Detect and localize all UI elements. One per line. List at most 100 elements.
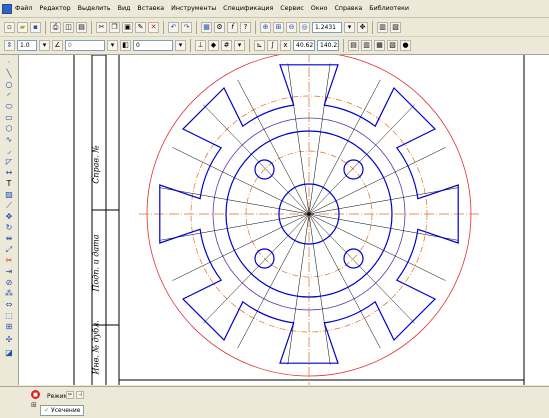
properties-panel: ■ ⊞ Режим ✂ ⊣ ✓ Усечение — [0, 386, 549, 418]
dimension-icon[interactable]: ↔ — [3, 168, 15, 178]
editing-icon[interactable]: ◪ — [3, 348, 15, 358]
function-icon[interactable]: f — [227, 21, 238, 33]
zoom-out-icon[interactable]: ⊖ — [286, 21, 297, 33]
measure-icon[interactable]: ▥ — [361, 40, 372, 51]
menu-libraries[interactable]: Библиотеки — [369, 5, 409, 12]
redo-icon[interactable]: ↷ — [181, 21, 192, 33]
circle-tool-icon[interactable]: ○ — [3, 80, 15, 90]
preview-icon[interactable]: ◫ — [63, 21, 74, 33]
snap-settings-icon[interactable]: ∫ — [267, 40, 278, 51]
app-doc-icon[interactable] — [2, 3, 12, 14]
measure-distance-icon[interactable]: ⇔ — [3, 300, 15, 310]
radial-line-7 — [308, 213, 446, 281]
local-cs-icon[interactable]: ⊾ — [254, 40, 265, 51]
mirror-icon[interactable]: ⇹ — [3, 234, 15, 244]
mode-trim-icon[interactable]: ⊣ — [76, 391, 84, 399]
open-folder-icon[interactable]: ▰ — [17, 21, 28, 33]
menu-help[interactable]: Справка — [335, 5, 363, 12]
zoom-input[interactable]: 1.2431 — [312, 21, 342, 33]
save-icon[interactable]: ▪ — [30, 21, 41, 33]
radial-line-14 — [172, 213, 310, 281]
delete-icon[interactable]: ✕ — [148, 21, 159, 33]
point-icon[interactable]: · — [3, 58, 15, 68]
geometry-icon[interactable]: ✣ — [3, 335, 15, 345]
rotate-icon[interactable]: ↻ — [3, 223, 15, 233]
menu-bar: Файл Редактор Выделить Вид Вставка Инстр… — [0, 0, 549, 18]
polygon-icon[interactable]: ⬡ — [3, 124, 15, 134]
segment-icon[interactable]: ╲ — [3, 69, 15, 79]
menu-window[interactable]: Окно — [311, 5, 328, 12]
extend-icon[interactable]: ⇥ — [3, 267, 15, 277]
select-icon[interactable]: ⬚ — [3, 311, 15, 321]
print-icon[interactable]: ⎙ — [50, 21, 61, 33]
snap-icon[interactable]: ◆ — [208, 40, 219, 51]
grid-dropdown-icon[interactable]: ▾ — [234, 40, 245, 51]
drawing-canvas[interactable]: Инв. № дубл. Подп. и дата Справ. № — [19, 55, 549, 385]
zoom-frame-icon[interactable]: ⊞ — [273, 21, 284, 33]
trim-icon[interactable]: ✂ — [3, 256, 15, 266]
cursor-x-field[interactable]: 40.627 — [293, 40, 315, 51]
angle-field[interactable]: 0 — [65, 40, 105, 51]
angle-dropdown-icon[interactable]: ▾ — [107, 40, 118, 51]
line-scale-field[interactable]: 1.0 — [17, 40, 37, 51]
libraries-icon[interactable]: ▤ — [348, 40, 359, 51]
layer-manager-icon[interactable]: ▦ — [374, 40, 385, 51]
properties-icon[interactable]: ⚙ — [214, 21, 225, 33]
menu-service[interactable]: Сервис — [280, 5, 304, 12]
stop-icon[interactable]: ■ — [31, 390, 40, 399]
menu-tools[interactable]: Инструменты — [171, 5, 216, 12]
scale-icon[interactable]: ⤢ — [3, 245, 15, 255]
panel-grid-icon[interactable]: ⊞ — [31, 401, 37, 409]
zoom-dropdown-icon[interactable]: ▾ — [344, 21, 355, 33]
refresh-icon[interactable]: ▥ — [377, 21, 388, 33]
zoom-window-icon[interactable]: ◎ — [299, 21, 310, 33]
move-icon[interactable]: ✥ — [3, 212, 15, 222]
tab-check-icon: ✓ — [44, 407, 50, 414]
undo-icon[interactable]: ↶ — [168, 21, 179, 33]
arc-icon[interactable]: ◜ — [3, 91, 15, 101]
new-document-icon[interactable]: ▫ — [4, 21, 15, 33]
attributes-icon[interactable]: ● — [400, 40, 411, 51]
tab-trim[interactable]: ✓ Усечение — [40, 405, 85, 416]
format-painter-icon[interactable]: ✎ — [135, 21, 146, 33]
menu-edit[interactable]: Редактор — [39, 5, 70, 12]
compact-toolbar: · ╲ ○ ◜ ⬭ ▭ ⬡ ∿ ◞ ◸ ↔ T ▨ ⟋ ✥ ↻ ⇹ ⤢ ✂ ⇥ … — [0, 55, 19, 385]
rectangle-icon[interactable]: ▭ — [3, 113, 15, 123]
array-icon[interactable]: ⁂ — [3, 289, 15, 299]
radial-line-11 — [287, 213, 310, 365]
cut-icon[interactable]: ✂ — [96, 21, 107, 33]
zoom-in-icon[interactable]: ⊕ — [260, 21, 271, 33]
style-manager-icon[interactable]: ▧ — [387, 40, 398, 51]
help-pointer-icon[interactable]: ? — [240, 21, 251, 33]
mode-cut-icon[interactable]: ✂ — [66, 391, 74, 399]
menu-select[interactable]: Выделить — [78, 5, 111, 12]
text-icon[interactable]: T — [3, 179, 15, 189]
grid-icon[interactable]: # — [221, 40, 232, 51]
pan-icon[interactable]: ✥ — [357, 21, 368, 33]
line-scale-dropdown-icon[interactable]: ▾ — [39, 40, 50, 51]
paste-icon[interactable]: ▣ — [122, 21, 133, 33]
menu-specification[interactable]: Спецификация — [223, 5, 273, 12]
offset-icon[interactable]: ⟋ — [3, 201, 15, 211]
menu-file[interactable]: Файл — [15, 5, 32, 12]
hatch-icon[interactable]: ▨ — [3, 190, 15, 200]
ellipse-icon[interactable]: ⬭ — [3, 102, 15, 112]
menu-view[interactable]: Вид — [118, 5, 131, 12]
cursor-y-field[interactable]: 140.221 — [317, 40, 339, 51]
radial-line-5 — [308, 187, 459, 215]
radial-line-4 — [308, 147, 446, 215]
orthogonal-icon[interactable]: ⊥ — [195, 40, 206, 51]
fillet-icon[interactable]: ◞ — [3, 146, 15, 156]
chamfer-icon[interactable]: ◸ — [3, 157, 15, 167]
variables-icon[interactable]: ▦ — [201, 21, 212, 33]
view-manager-icon[interactable]: ▧ — [390, 21, 401, 33]
copy-icon[interactable]: ❐ — [109, 21, 120, 33]
parametrization-icon[interactable]: ⊞ — [3, 322, 15, 332]
radial-line-13 — [203, 213, 310, 324]
document-manager-icon[interactable]: ▤ — [76, 21, 87, 33]
layer-dropdown-icon[interactable]: ▾ — [175, 40, 186, 51]
menu-insert[interactable]: Вставка — [137, 5, 164, 12]
layer-field[interactable]: 0 — [133, 40, 173, 51]
break-icon[interactable]: ⊘ — [3, 278, 15, 288]
spline-icon[interactable]: ∿ — [3, 135, 15, 145]
